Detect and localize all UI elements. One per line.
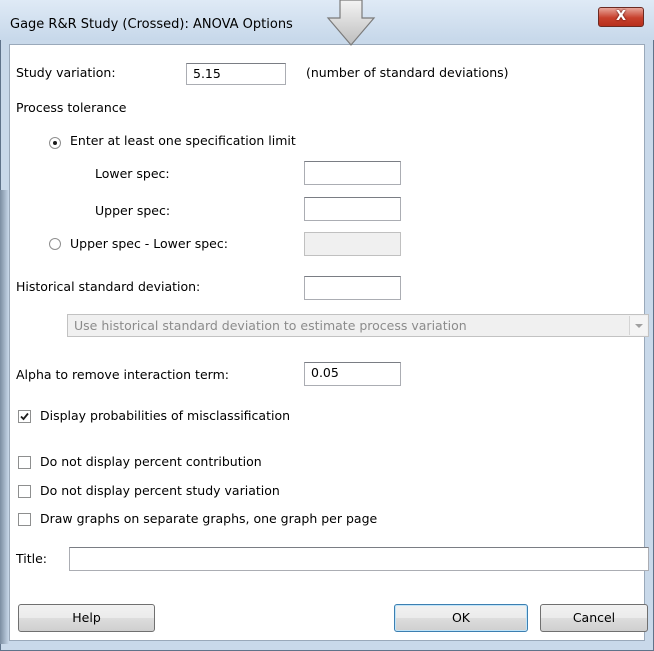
frame-shadow — [0, 190, 9, 644]
study-variation-label: Study variation: — [16, 65, 116, 80]
chevron-down-icon[interactable] — [629, 316, 647, 335]
alpha-label: Alpha to remove interaction term: — [16, 367, 229, 382]
checkbox-percent-study-variation-label[interactable]: Do not display percent study variation — [40, 483, 280, 498]
cancel-button[interactable]: Cancel — [540, 604, 648, 632]
checkbox-misclassification-label[interactable]: Display probabilities of misclassificati… — [40, 408, 290, 423]
checkbox-separate-graphs-label[interactable]: Draw graphs on separate graphs, one grap… — [40, 511, 377, 526]
checkbox-separate-graphs[interactable] — [18, 513, 31, 526]
process-tolerance-heading: Process tolerance — [16, 100, 127, 115]
radio-spec-limit-label[interactable]: Enter at least one specification limit — [70, 133, 296, 148]
checkbox-percent-study-variation[interactable] — [18, 485, 31, 498]
checkbox-percent-contribution[interactable] — [18, 456, 31, 469]
radio-spec-limit[interactable] — [49, 137, 61, 149]
radio-spec-range-label[interactable]: Upper spec - Lower spec: — [70, 236, 228, 251]
study-variation-input[interactable]: 5.15 — [186, 63, 286, 85]
arrow-down-icon — [326, 0, 376, 46]
alpha-input[interactable]: 0.05 — [304, 362, 401, 386]
radio-spec-range[interactable] — [49, 238, 61, 250]
window-title: Gage R&R Study (Crossed): ANOVA Options — [10, 17, 293, 32]
dropdown-selected-text: Use historical standard deviation to est… — [74, 318, 467, 333]
checkbox-percent-contribution-label[interactable]: Do not display percent contribution — [40, 454, 262, 469]
title-label: Title: — [16, 551, 47, 566]
checkmark-icon — [20, 412, 29, 421]
title-input[interactable] — [69, 547, 649, 571]
upper-spec-label: Upper spec: — [95, 203, 171, 218]
historical-sd-input[interactable] — [304, 276, 401, 300]
study-variation-note: (number of standard deviations) — [306, 65, 509, 80]
lower-spec-input[interactable] — [304, 161, 401, 185]
spec-range-input[interactable] — [304, 232, 401, 256]
lower-spec-label: Lower spec: — [95, 166, 170, 181]
close-icon: X — [615, 9, 627, 24]
upper-spec-input[interactable] — [304, 197, 401, 221]
help-button[interactable]: Help — [18, 604, 155, 632]
ok-button[interactable]: OK — [394, 604, 528, 632]
historical-sd-usage-dropdown[interactable]: Use historical standard deviation to est… — [67, 314, 649, 337]
historical-sd-label: Historical standard deviation: — [16, 279, 201, 294]
checkbox-misclassification[interactable] — [18, 410, 31, 423]
close-button[interactable]: X — [598, 7, 644, 27]
